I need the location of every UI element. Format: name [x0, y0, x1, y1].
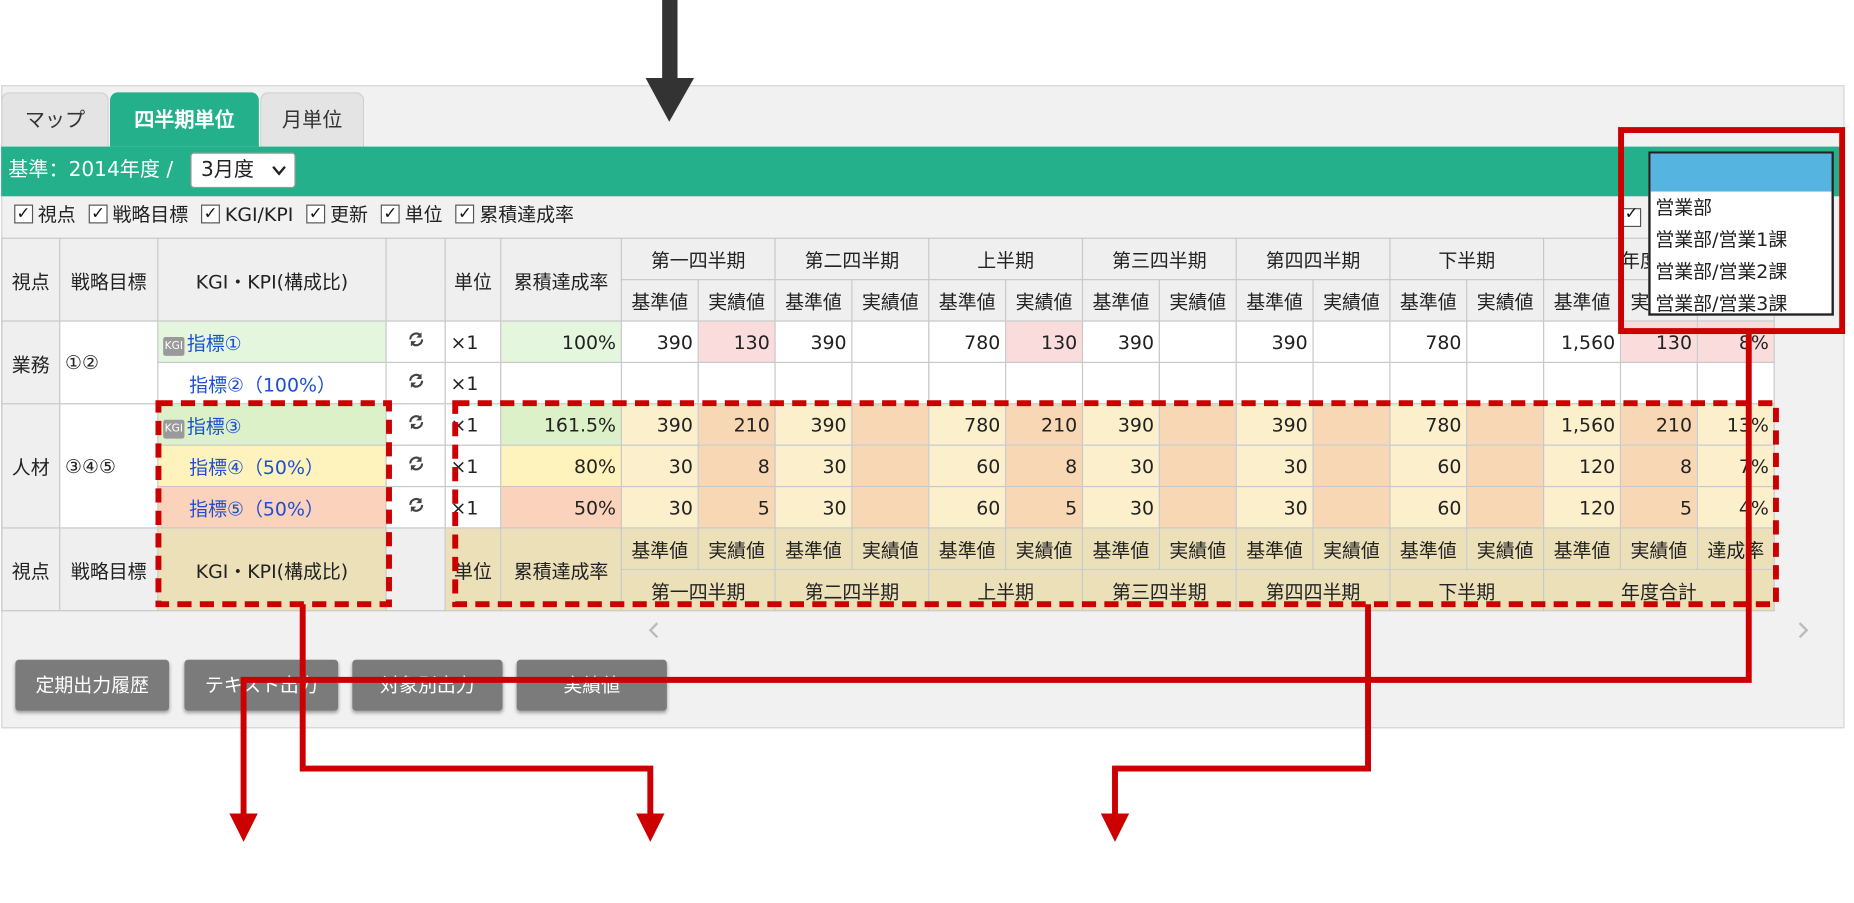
annotation-overlay — [155, 0, 1846, 842]
kpi-name-highlight-box — [155, 400, 392, 608]
callout-arrowhead-1 — [229, 813, 258, 842]
callout-line-values — [1112, 604, 1371, 816]
dropdown-highlight-box — [1618, 127, 1846, 335]
values-highlight-box — [452, 400, 1779, 608]
top-arrow — [645, 0, 695, 122]
callout-arrowhead-2 — [636, 813, 665, 842]
callout-line-kpi — [299, 604, 654, 816]
callout-arrowhead-3 — [1100, 813, 1130, 842]
